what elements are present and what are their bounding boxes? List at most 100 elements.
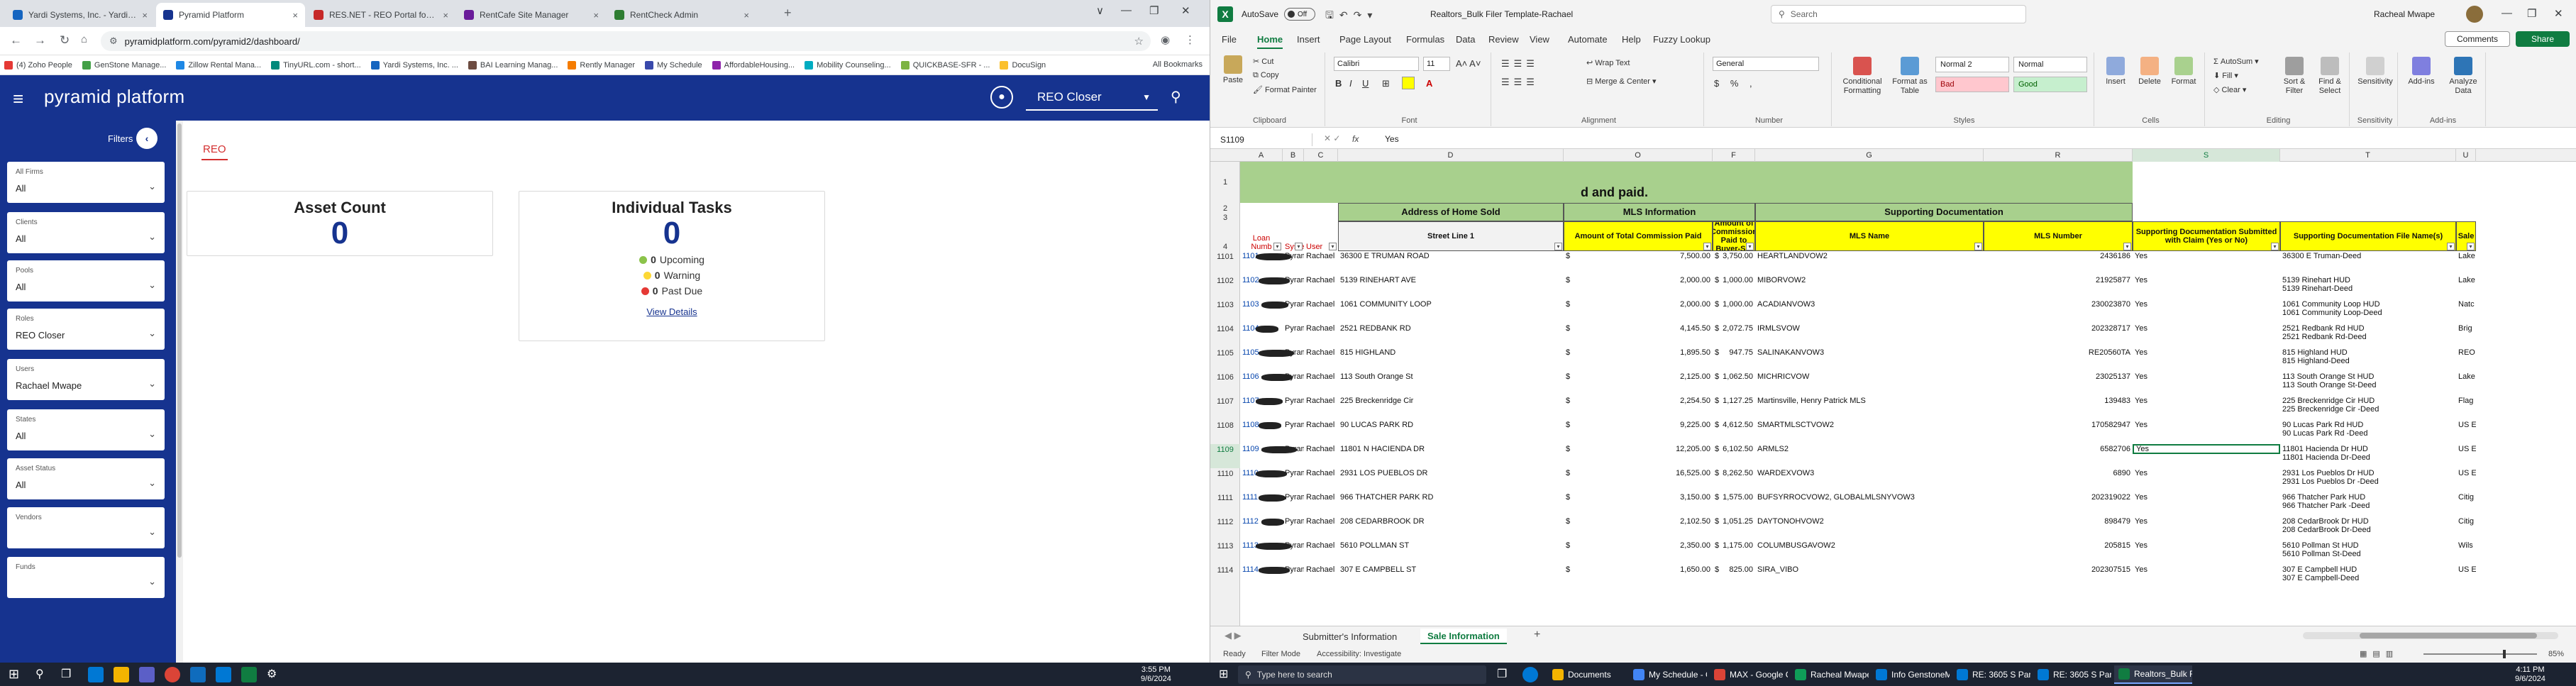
cell-mlsno[interactable]: 202319022 [1984, 492, 2133, 502]
cell-sale[interactable]: US E [2456, 468, 2476, 478]
cell-file[interactable]: 36300 E Truman-Deed [2280, 251, 2456, 261]
bookmark-item[interactable]: Mobility Counseling... [805, 60, 891, 70]
cell-sup[interactable]: Yes [2133, 275, 2280, 285]
scrollbar-thumb[interactable] [177, 123, 182, 558]
copy-button[interactable]: ⧉ Copy [1253, 71, 1279, 80]
total-commission[interactable]: 9,225.00 [1564, 420, 1713, 430]
font-size-select[interactable]: 11 [1423, 57, 1450, 71]
cell-file2[interactable]: 208 CedarBrook Dr-Deed [2280, 525, 2456, 535]
ribbon-tab-review[interactable]: Review [1488, 34, 1519, 45]
filter-dropdown-icon[interactable]: ▾ [1273, 243, 1281, 250]
windows-start-icon[interactable]: ⊞ [1219, 667, 1234, 682]
bookmark-item[interactable]: BAI Learning Manag... [468, 60, 558, 70]
edge-icon[interactable] [88, 667, 104, 682]
teams-icon[interactable] [139, 667, 155, 682]
cell-sup[interactable]: Yes [2133, 396, 2280, 406]
row-header[interactable]: 4 [1210, 243, 1240, 251]
cell-street[interactable]: 966 THATCHER PARK RD [1338, 492, 1564, 502]
number-format-icons[interactable]: $ % , [1714, 78, 1757, 89]
clock-left[interactable]: 3:55 PM 9/6/2024 [1141, 665, 1171, 684]
cell-street[interactable]: 208 CEDARBROOK DR [1338, 516, 1564, 526]
format-painter-button[interactable]: 🖌 Format Painter [1253, 85, 1317, 94]
browser-tab-resnet[interactable]: RES.NET - REO Portal for the A × [306, 3, 455, 27]
cell-sup[interactable]: Yes [2133, 420, 2280, 430]
group-supporting[interactable]: Supporting Documentation [1755, 203, 2133, 221]
cell-sys[interactable]: Pyramid [1283, 420, 1304, 430]
cell-sys[interactable]: Pyramid [1283, 396, 1304, 406]
filter-dropdown-icon[interactable]: ▾ [1329, 243, 1337, 250]
minimize-button[interactable]: — [1121, 4, 1132, 16]
cell-user[interactable]: Rachael [1304, 541, 1338, 551]
cell-blank[interactable] [2280, 162, 2476, 203]
column-header-b[interactable]: B [1283, 149, 1304, 162]
word-icon[interactable] [216, 667, 231, 682]
filter-dropdown-icon[interactable]: ▾ [2467, 243, 2475, 250]
add-ins-button[interactable]: Add-ins [2404, 57, 2439, 87]
column-header-g[interactable]: G [1755, 149, 1984, 162]
cell-user[interactable]: Rachael [1304, 444, 1338, 454]
edge-icon[interactable] [1522, 667, 1538, 682]
ribbon-tab-fuzzy-lookup[interactable]: Fuzzy Lookup [1653, 34, 1710, 45]
cell-mls[interactable]: COLUMBUSGAVOW2 [1755, 541, 1984, 551]
cell-sup[interactable]: Yes [2133, 299, 2280, 309]
cell-sale[interactable]: Lake [2456, 372, 2476, 382]
bookmark-item[interactable]: DocuSign [1000, 60, 1046, 70]
bookmark-item[interactable]: Zillow Rental Mana... [176, 60, 261, 70]
quick-access-toolbar[interactable]: 🖫↶↷▾ [1325, 8, 1378, 25]
filter-users[interactable]: Users Rachael Mwape ⌄ [7, 359, 165, 400]
zoom-level[interactable]: 85% [2548, 650, 2564, 658]
total-commission[interactable]: 2,125.00 [1564, 372, 1713, 382]
cell-sale[interactable]: Natc [2456, 299, 2476, 309]
delete-cells-button[interactable]: Delete [2134, 57, 2165, 87]
home-icon[interactable]: ⌂ [81, 33, 87, 45]
browser-tab-yardi[interactable]: Yardi Systems, Inc. - Yardi Voya × [6, 3, 155, 27]
bookmark-item[interactable]: TinyURL.com - short... [271, 60, 361, 70]
bookmark-item[interactable]: AffordableHousing... [712, 60, 795, 70]
autosave-toggle[interactable]: Off [1284, 8, 1315, 21]
cell-mls[interactable]: DAYTONOHVOW2 [1755, 516, 1984, 526]
buyer-commission[interactable]: 1,000.00 [1713, 299, 1755, 309]
clock-right[interactable]: 4:11 PM 9/6/2024 [2515, 665, 2545, 684]
cell-sup[interactable]: Yes [2133, 492, 2280, 502]
filter-all-firms[interactable]: All Firms All ⌄ [7, 162, 165, 203]
sheet-nav-icons[interactable]: ◀ ▶ [1225, 630, 1242, 641]
cell-sale[interactable]: Citig [2456, 516, 2476, 526]
cell-file2[interactable]: 5139 Rinehart-Deed [2280, 284, 2456, 294]
cell-mlsno[interactable]: 170582947 [1984, 420, 2133, 430]
cell-mlsno[interactable]: 139483 [1984, 396, 2133, 406]
filter-dropdown-icon[interactable]: ▾ [1974, 243, 1982, 250]
buyer-commission[interactable]: 825.00 [1713, 565, 1755, 575]
total-commission[interactable]: 2,254.50 [1564, 396, 1713, 406]
new-tab-button[interactable]: + [784, 6, 792, 21]
close-icon[interactable]: × [142, 10, 148, 21]
bookmark-star-icon[interactable]: ☆ [1134, 35, 1144, 48]
restore-button[interactable]: ❐ [1149, 4, 1159, 17]
filter-clients[interactable]: Clients All ⌄ [7, 212, 165, 253]
buyer-commission[interactable]: 1,175.00 [1713, 541, 1755, 551]
bookmark-item[interactable]: GenStone Manage... [82, 60, 166, 70]
cell-sup[interactable]: Yes [2133, 348, 2280, 358]
buyer-commission[interactable]: 1,000.00 [1713, 275, 1755, 285]
cell-file2[interactable]: 225 Breckenridge Cir -Deed [2280, 404, 2456, 414]
cell-sale[interactable]: US E [2456, 565, 2476, 575]
cell-street[interactable]: 5139 RINEHART AVE [1338, 275, 1564, 285]
bookmark-item[interactable]: Rently Manager [568, 60, 635, 70]
total-commission[interactable]: 12,205.00 [1564, 444, 1713, 454]
filter-pools[interactable]: Pools All ⌄ [7, 260, 165, 301]
vertical-align-icons[interactable]: ☰☰☰ [1501, 58, 1539, 70]
row-header[interactable]: 1102 [1210, 275, 1240, 299]
cell-sys[interactable]: Pyramid [1283, 516, 1304, 526]
filter-dropdown-icon[interactable]: ▾ [2271, 243, 2279, 250]
cell-user[interactable]: Rachael [1304, 492, 1338, 502]
browser-tab-rentcheck[interactable]: RentCheck Admin × [607, 3, 756, 27]
bookmark-item[interactable]: QUICKBASE-SFR - ... [900, 60, 990, 70]
row-header[interactable]: 1105 [1210, 348, 1240, 372]
cell-sale[interactable]: Lake [2456, 251, 2476, 261]
cell-sale[interactable]: Brig [2456, 323, 2476, 333]
site-info-icon[interactable]: ⚙ [109, 35, 118, 47]
insert-cells-button[interactable]: Insert [2100, 57, 2131, 87]
excel-search-input[interactable]: ⚲ Search [1771, 5, 2026, 23]
bookmark-item[interactable]: My Schedule [645, 60, 702, 70]
ribbon-tab-help[interactable]: Help [1622, 34, 1641, 45]
add-sheet-button[interactable]: + [1534, 629, 1540, 641]
